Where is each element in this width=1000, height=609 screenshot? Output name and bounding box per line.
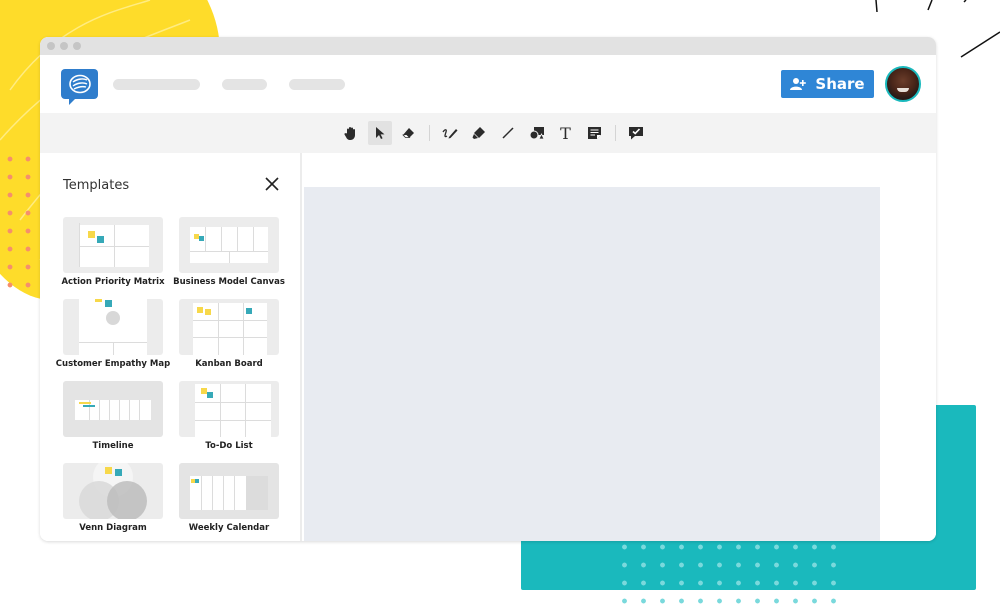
template-label: Business Model Canvas: [173, 277, 285, 287]
nav-placeholder-1[interactable]: [113, 78, 200, 90]
templates-grid: Action Priority Matrix Business Model Ca…: [56, 217, 285, 533]
template-thumbnail: [63, 299, 163, 355]
app-window: Share T Templates Action Priority Matrix…: [40, 37, 936, 541]
shapes-icon[interactable]: [525, 121, 549, 145]
app-header: Share: [40, 55, 936, 113]
template-thumbnail: [63, 381, 163, 437]
drawing-toolbar: T: [40, 113, 936, 153]
whiteboard-area: [304, 153, 936, 541]
eraser-icon[interactable]: [397, 121, 421, 145]
template-thumbnail: [179, 381, 279, 437]
add-user-icon: [790, 78, 807, 90]
template-label: To-Do List: [205, 441, 253, 451]
template-thumbnail: [63, 217, 163, 273]
orange-dots-decoration: [0, 150, 40, 290]
marketing-scene: Share T Templates Action Priority Matrix…: [0, 0, 1000, 609]
close-icon[interactable]: [262, 174, 282, 194]
workspace: Templates Action Priority Matrix Busines…: [40, 153, 936, 541]
template-label: Kanban Board: [195, 359, 263, 369]
toolbar-divider: [614, 125, 616, 141]
user-avatar[interactable]: [885, 66, 921, 102]
template-thumbnail: [63, 463, 163, 519]
nav-placeholder-2[interactable]: [222, 78, 267, 90]
templates-panel-title: Templates: [63, 178, 130, 193]
highlighter-icon[interactable]: [467, 121, 491, 145]
template-business-model-canvas[interactable]: Business Model Canvas: [173, 217, 285, 287]
toolbar-divider: [428, 125, 430, 141]
share-button[interactable]: Share: [781, 70, 874, 98]
teal-dots-decoration: [615, 538, 845, 606]
hand-icon[interactable]: [339, 121, 363, 145]
template-weekly-calendar[interactable]: Weekly Calendar: [179, 463, 279, 533]
template-thumbnail: [179, 299, 279, 355]
comment-check-icon[interactable]: [624, 121, 648, 145]
template-thumbnail: [179, 463, 279, 519]
template-label: Customer Empathy Map: [55, 359, 171, 369]
template-label: Venn Diagram: [79, 523, 147, 533]
cursor-arrow-icon[interactable]: [367, 121, 392, 145]
template-customer-empathy-map[interactable]: Customer Empathy Map: [56, 299, 170, 369]
share-label: Share: [815, 75, 865, 93]
template-label: Weekly Calendar: [188, 523, 270, 533]
template-venn-diagram[interactable]: Venn Diagram: [63, 463, 163, 533]
sticky-note-icon[interactable]: [583, 121, 607, 145]
window-close-button[interactable]: [47, 42, 55, 50]
templates-panel: Templates Action Priority Matrix Busines…: [40, 153, 302, 541]
template-label: Action Priority Matrix: [61, 277, 165, 287]
text-icon[interactable]: T: [554, 121, 578, 145]
line-icon[interactable]: [496, 121, 520, 145]
whiteboard-canvas[interactable]: [304, 187, 880, 541]
template-label: Timeline: [92, 441, 134, 451]
template-thumbnail: [179, 217, 279, 273]
window-maximize-button[interactable]: [73, 42, 81, 50]
window-minimize-button[interactable]: [60, 42, 68, 50]
window-titlebar: [40, 37, 936, 55]
chat-bubble-logo-icon[interactable]: [61, 69, 98, 105]
pen-icon[interactable]: [438, 121, 462, 145]
template-kanban-board[interactable]: Kanban Board: [179, 299, 279, 369]
template-to-do-list[interactable]: To-Do List: [179, 381, 279, 451]
template-action-priority-matrix[interactable]: Action Priority Matrix: [61, 217, 165, 287]
template-timeline[interactable]: Timeline: [63, 381, 163, 451]
nav-placeholder-3[interactable]: [289, 78, 345, 90]
